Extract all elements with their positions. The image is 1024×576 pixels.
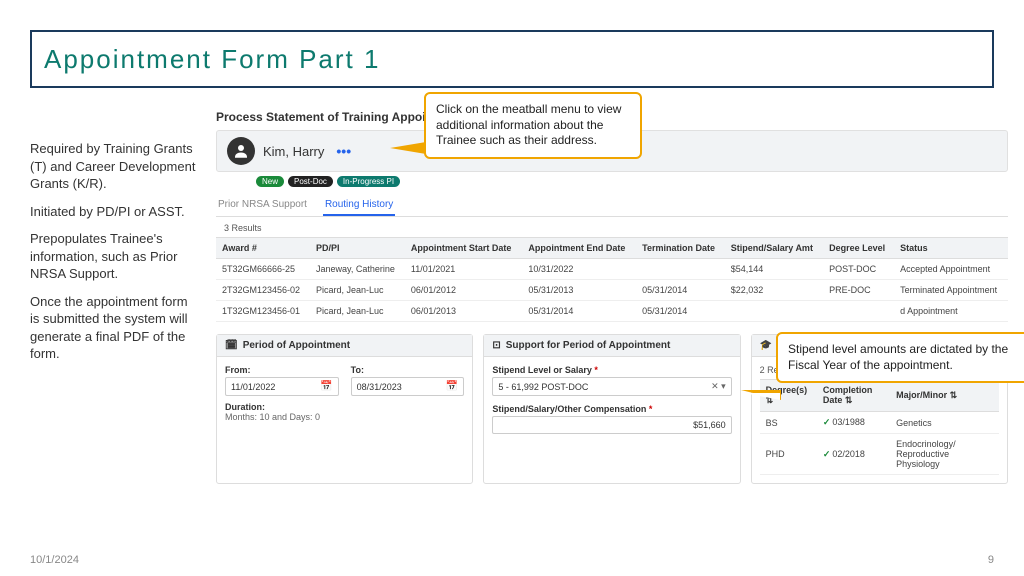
status-badge: New (256, 176, 284, 187)
table-row: 2T32GM123456-02Picard, Jean-Luc06/01/201… (216, 280, 1008, 301)
footer-page: 9 (988, 554, 994, 566)
sidebar-text: Prepopulates Trainee's information, such… (30, 230, 200, 283)
table-row: BS✓03/1988Genetics (760, 412, 999, 434)
meatball-menu-icon[interactable]: ••• (336, 143, 351, 159)
footer-date: 10/1/2024 (30, 554, 79, 566)
from-date-input[interactable]: 11/01/2022📅 (225, 377, 339, 396)
tabs: Prior NRSA Support Routing History (216, 195, 1008, 217)
to-date-input[interactable]: 08/31/2023📅 (351, 377, 465, 396)
tab-routing-history[interactable]: Routing History (323, 195, 395, 216)
nrsa-table: Award # PD/PI Appointment Start Date App… (216, 237, 1008, 322)
sidebar-text: Once the appointment form is submitted t… (30, 293, 200, 363)
callout-meatball: Click on the meatball menu to view addit… (424, 92, 642, 159)
table-row: PHD✓02/2018Endocrinology/ Reproductive P… (760, 434, 999, 475)
results-count: 3 Results (224, 223, 1008, 233)
callout-stipend: Stipend level amounts are dictated by th… (776, 332, 1024, 383)
footer: 10/1/2024 9 (30, 554, 994, 566)
sidebar: Required by Training Grants (T) and Care… (30, 140, 200, 373)
status-badge: Post-Doc (288, 176, 333, 187)
stipend-other-input[interactable]: $51,660 (492, 416, 731, 434)
sidebar-text: Required by Training Grants (T) and Care… (30, 140, 200, 193)
page-title: Appointment Form Part 1 (44, 44, 380, 75)
stipend-level-select[interactable]: 5 - 61,992 POST-DOC✕ ▾ (492, 377, 731, 396)
avatar-icon (227, 137, 255, 165)
panel-support: ⊡Support for Period of Appointment Stipe… (483, 334, 740, 484)
tab-prior-nrsa[interactable]: Prior NRSA Support (216, 195, 309, 216)
calendar-icon: 🗓 (225, 340, 238, 351)
main-area: Process Statement of Training Appointmen… (216, 110, 1008, 536)
table-row: 5T32GM66666-25Janeway, Catherine11/01/20… (216, 259, 1008, 280)
sidebar-text: Initiated by PD/PI or ASST. (30, 203, 200, 221)
graduation-cap-icon: 🎓 (760, 340, 772, 351)
status-badge: In-Progress PI (337, 176, 400, 187)
money-icon: ⊡ (492, 340, 500, 351)
page-title-box: Appointment Form Part 1 (30, 30, 994, 88)
table-row: 1T32GM123456-01Picard, Jean-Luc06/01/201… (216, 301, 1008, 322)
panel-period: 🗓Period of Appointment From: 11/01/2022📅… (216, 334, 473, 484)
calendar-icon: 📅 (320, 381, 332, 392)
calendar-icon: 📅 (446, 381, 458, 392)
trainee-name: Kim, Harry (263, 144, 324, 159)
